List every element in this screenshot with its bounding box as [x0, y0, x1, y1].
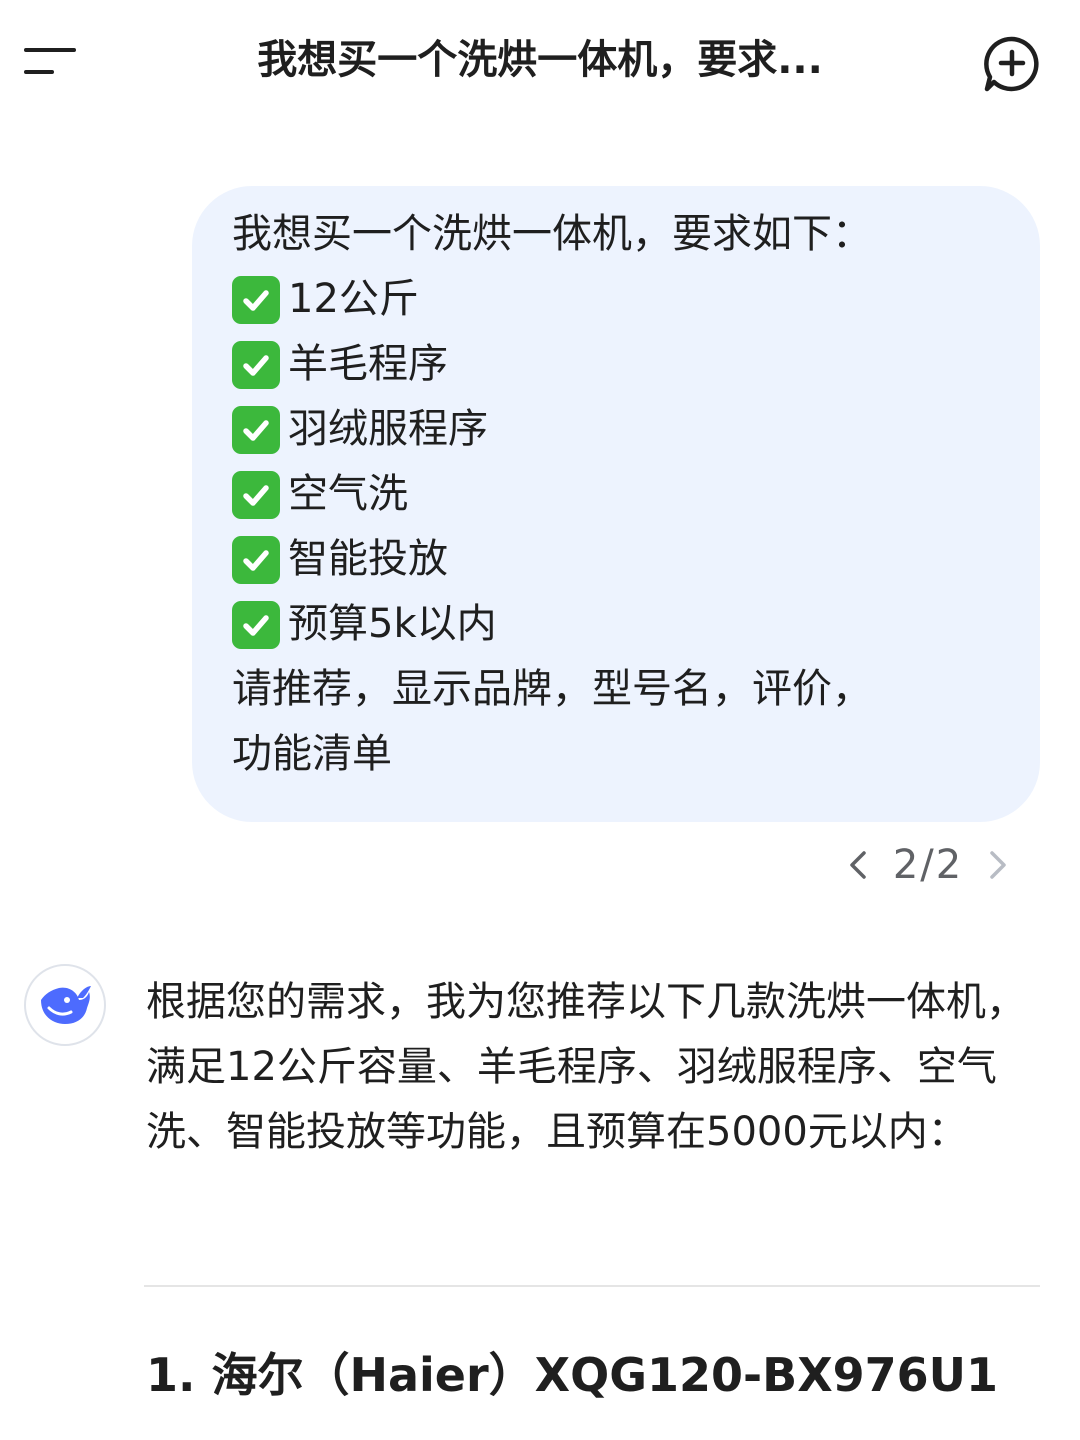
- requirement-item: 空气洗: [232, 462, 1000, 527]
- user-request-line: 请推荐，显示品牌，型号名，评价，: [232, 666, 872, 712]
- check-box-icon: [232, 340, 280, 389]
- check-box-icon: [232, 470, 280, 519]
- chevron-right-icon[interactable]: [978, 840, 1018, 890]
- check-box-icon: [232, 600, 280, 649]
- check-box-icon: [232, 275, 280, 324]
- version-pager: 2/2: [838, 840, 1038, 890]
- recommendation-heading: 1. 海尔（Haier）XQG120-BX976U1: [146, 1348, 999, 1402]
- requirement-item: 羽绒服程序: [232, 397, 1000, 462]
- add-chat-icon[interactable]: [982, 34, 1042, 94]
- requirement-item: 羊毛程序: [232, 332, 1000, 397]
- requirement-label: 智能投放: [288, 536, 448, 582]
- user-message-intro: 我想买一个洗烘一体机，要求如下：: [232, 211, 872, 257]
- menu-icon[interactable]: [24, 40, 80, 80]
- requirement-item: 12公斤: [232, 267, 1000, 332]
- user-message-bubble: 我想买一个洗烘一体机，要求如下： 12公斤 羊毛程序 羽绒服程序 空气洗 智能投…: [192, 186, 1040, 822]
- requirement-label: 预算5k以内: [288, 601, 497, 647]
- requirement-label: 羽绒服程序: [288, 406, 488, 452]
- check-box-icon: [232, 405, 280, 454]
- chevron-left-icon[interactable]: [838, 840, 878, 890]
- top-bar: 我想买一个洗烘一体机，要求...: [0, 0, 1080, 120]
- check-box-icon: [232, 535, 280, 584]
- assistant-reply-text: 根据您的需求，我为您推荐以下几款洗烘一体机，满足12公斤容量、羊毛程序、羽绒服程…: [146, 979, 1026, 1155]
- conversation-title: 我想买一个洗烘一体机，要求...: [257, 37, 823, 83]
- version-count: 2/2: [892, 842, 964, 888]
- chat-screen: 我想买一个洗烘一体机，要求... 我想买一个洗烘一体机，要求如下： 12公斤 羊…: [0, 0, 1080, 1440]
- requirement-label: 空气洗: [288, 471, 408, 517]
- requirement-label: 12公斤: [288, 276, 419, 322]
- assistant-avatar: [24, 964, 106, 1046]
- whale-logo-icon: [37, 978, 93, 1032]
- requirement-label: 羊毛程序: [288, 341, 448, 387]
- requirement-item: 智能投放: [232, 527, 1000, 592]
- requirement-item: 预算5k以内: [232, 592, 1000, 657]
- user-request-line: 功能清单: [232, 731, 392, 777]
- divider: [144, 1285, 1040, 1287]
